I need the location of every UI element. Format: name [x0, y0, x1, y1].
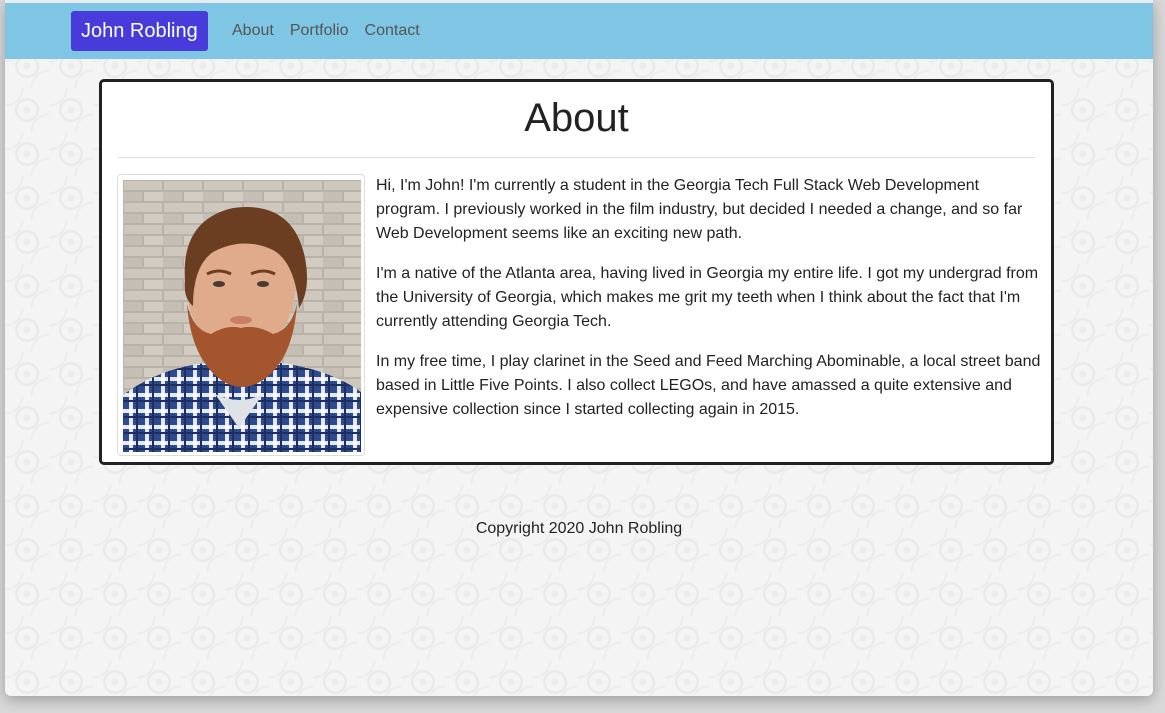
about-card: About Hi, I'm John! I'm currently a stud…: [99, 79, 1054, 465]
about-bio: Hi, I'm John! I'm currently a student in…: [376, 174, 1044, 438]
title-divider: [117, 157, 1036, 158]
bio-paragraph-3: In my free time, I play clarinet in the …: [376, 353, 1041, 418]
nav-link-contact[interactable]: Contact: [365, 22, 420, 40]
about-title: About: [524, 96, 629, 140]
browser-viewport: John Robling About Portfolio Contact Abo…: [5, 0, 1153, 696]
navbar: John Robling About Portfolio Contact: [5, 3, 1153, 59]
profile-photo: [123, 180, 361, 452]
nav-link-about[interactable]: About: [232, 22, 274, 40]
profile-photo-frame: [117, 174, 365, 456]
footer-copyright: Copyright 2020 John Robling: [475, 520, 683, 537]
brand-link[interactable]: John Robling: [71, 11, 208, 51]
bio-paragraph-1: Hi, I'm John! I'm currently a student in…: [376, 177, 1023, 242]
nav-links: About Portfolio Contact: [232, 3, 436, 59]
nav-link-portfolio[interactable]: Portfolio: [290, 22, 349, 40]
bio-paragraph-2: I'm a native of the Atlanta area, having…: [376, 265, 1039, 330]
